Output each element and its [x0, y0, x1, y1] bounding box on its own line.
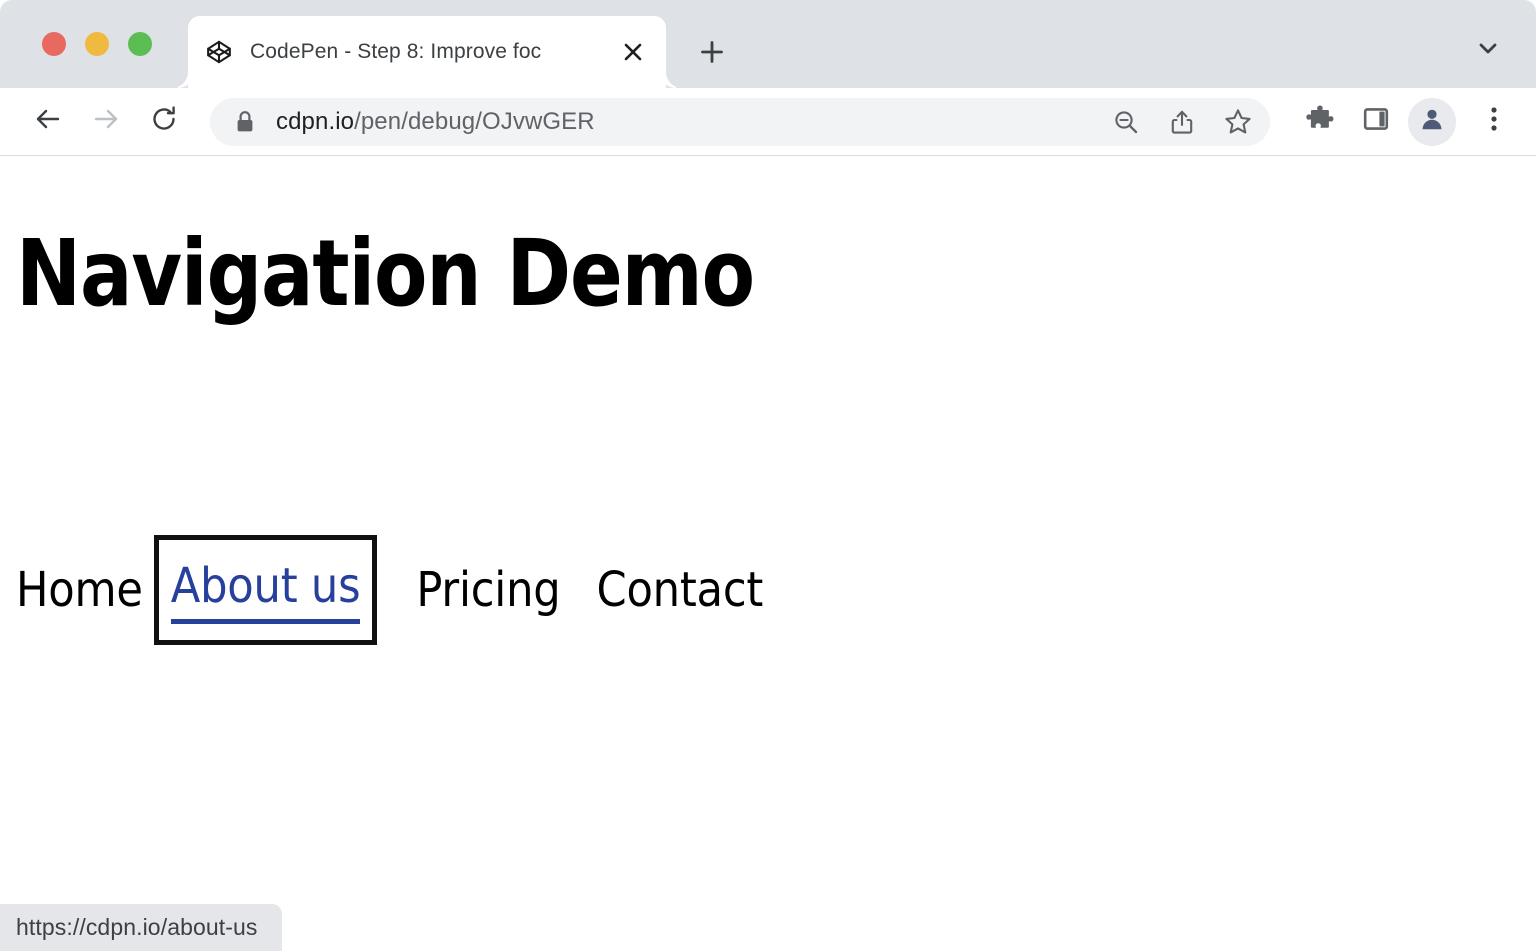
- nav-item-home: Home: [16, 558, 143, 622]
- browser-tab-active[interactable]: CodePen - Step 8: Improve foc: [188, 16, 666, 88]
- extensions-button[interactable]: [1296, 98, 1344, 146]
- side-panel-button[interactable]: [1352, 98, 1400, 146]
- nav-item-contact: Contact: [596, 558, 763, 622]
- side-panel-icon: [1362, 105, 1390, 138]
- address-bar-path: /pen/debug/OJvwGER: [354, 108, 595, 135]
- nav-link-about-us-label: About us: [171, 558, 361, 614]
- address-bar-url: cdpn.io/pen/debug/OJvwGER: [276, 107, 1094, 137]
- nav-link-about-us[interactable]: About us: [165, 546, 367, 634]
- window-close-button[interactable]: [42, 32, 66, 56]
- window-maximize-button[interactable]: [128, 32, 152, 56]
- window-minimize-button[interactable]: [85, 32, 109, 56]
- arrow-right-icon: [91, 104, 121, 139]
- window-traffic-lights: [42, 32, 152, 56]
- chevron-down-icon: [1476, 36, 1500, 65]
- bookmark-star-icon[interactable]: [1214, 98, 1262, 146]
- tab-title-fade: [560, 37, 606, 67]
- three-dot-menu-icon: [1490, 104, 1498, 139]
- address-bar-actions: [1094, 98, 1262, 146]
- site-navigation: Home About us Pricing Contact: [16, 546, 763, 634]
- nav-item-pricing: Pricing: [416, 558, 560, 622]
- lock-icon[interactable]: [234, 110, 256, 134]
- address-bar[interactable]: cdpn.io/pen/debug/OJvwGER: [210, 98, 1270, 146]
- browser-toolbar: cdpn.io/pen/debug/OJvwGER: [0, 88, 1536, 156]
- new-tab-button[interactable]: [686, 26, 738, 78]
- nav-item-about-us: About us: [165, 546, 367, 634]
- arrow-left-icon: [33, 104, 63, 139]
- zoom-out-icon[interactable]: [1102, 98, 1150, 146]
- close-icon[interactable]: [610, 29, 656, 75]
- page-title: Navigation Demo: [16, 228, 754, 320]
- nav-link-pricing[interactable]: Pricing: [416, 558, 560, 622]
- browser-tab-title-wrap: CodePen - Step 8: Improve foc: [250, 37, 606, 67]
- forward-button[interactable]: [82, 98, 130, 146]
- back-button[interactable]: [24, 98, 72, 146]
- browser-tab-title: CodePen - Step 8: Improve foc: [250, 37, 541, 67]
- three-dot-menu-button[interactable]: [1470, 98, 1518, 146]
- tab-search-button[interactable]: [1464, 26, 1512, 74]
- profile-button[interactable]: [1408, 98, 1456, 146]
- extensions-puzzle-icon: [1305, 104, 1335, 139]
- address-bar-host: cdpn.io: [276, 108, 354, 135]
- codepen-logo-icon: [206, 39, 232, 65]
- page-viewport: Navigation Demo Home About us Pricing Co…: [0, 156, 1536, 951]
- reload-button[interactable]: [140, 98, 188, 146]
- status-bubble: https://cdpn.io/about-us: [0, 904, 282, 951]
- tab-strip: CodePen - Step 8: Improve foc: [0, 0, 1536, 88]
- browser-window: CodePen - Step 8: Improve foc: [0, 0, 1536, 952]
- nav-link-contact[interactable]: Contact: [596, 558, 763, 622]
- reload-icon: [149, 104, 179, 139]
- nav-link-underline: [171, 619, 361, 624]
- nav-link-home[interactable]: Home: [16, 558, 143, 622]
- share-icon[interactable]: [1158, 98, 1206, 146]
- toolbar-right-buttons: [1288, 98, 1536, 146]
- profile-avatar-icon: [1419, 106, 1445, 137]
